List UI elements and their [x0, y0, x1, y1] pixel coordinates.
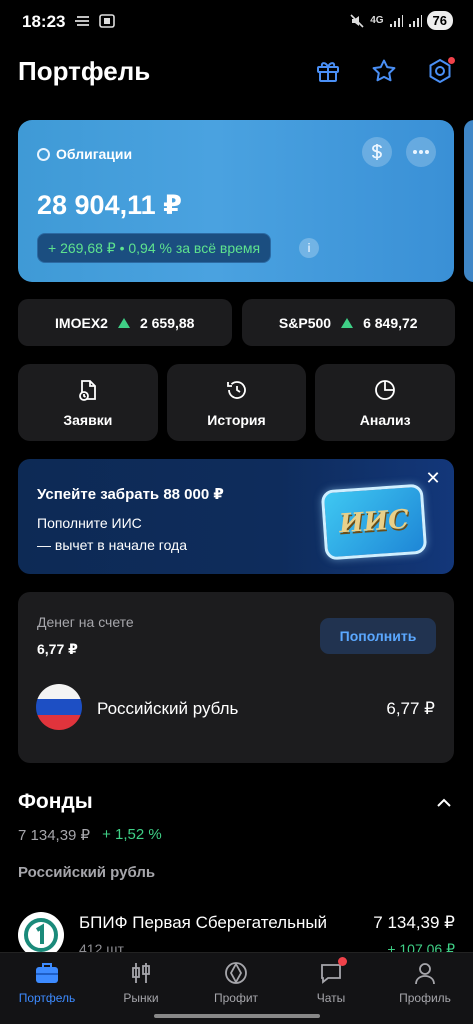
signal-icon — [389, 14, 403, 27]
list-item[interactable]: БПИФ Первая Сберегательный 7 134,39 ₽ 41… — [18, 908, 455, 958]
gift-button[interactable] — [313, 56, 343, 86]
up-arrow-icon — [341, 317, 354, 328]
tab-chats[interactable]: Чаты — [284, 957, 378, 1005]
next-portfolio-card[interactable] — [464, 120, 473, 282]
up-arrow-icon — [117, 317, 130, 328]
profit-icon — [225, 962, 247, 984]
portfolio-ring-icon — [37, 147, 50, 161]
tab-profile[interactable]: Профиль — [378, 959, 472, 1005]
funds-total: 7 134,39 ₽ — [18, 827, 91, 844]
favorites-button[interactable] — [369, 56, 399, 86]
page-title: Портфель — [18, 56, 151, 86]
index-imoex2[interactable]: IMOEX2 2 659,88 — [18, 299, 232, 346]
currency-button[interactable] — [362, 137, 392, 167]
action-row: Заявки История Анализ — [18, 364, 456, 441]
more-icon — [413, 150, 429, 154]
star-icon — [372, 59, 396, 82]
pie-chart-icon — [375, 379, 396, 400]
cash-card: Денег на счете 6,77 ₽ Пополнить Российск… — [18, 592, 454, 763]
cash-label: Денег на счете — [37, 614, 134, 630]
notification-dot — [447, 56, 456, 65]
fund-value: 7 134,39 ₽ — [373, 913, 455, 932]
lines-icon — [75, 16, 89, 26]
promo-banner[interactable]: Успейте забрать 88 000 ₽ Пополните ИИС —… — [18, 459, 454, 574]
russia-flag-icon — [36, 684, 82, 730]
status-time: 18:23 — [22, 12, 66, 31]
funds-title: Фонды — [18, 790, 93, 813]
user-icon — [415, 963, 435, 985]
tab-markets[interactable]: Рынки — [94, 959, 188, 1005]
portfolio-change: + 269,68 ₽ • 0,94 % за всё время — [37, 233, 272, 263]
cash-amount: 6,77 ₽ — [37, 641, 78, 657]
bottom-tab-bar: Портфель Рынки Профит Чаты Профиль — [0, 952, 473, 1024]
network-type: 4G — [370, 15, 384, 26]
candlestick-icon — [132, 963, 150, 983]
more-button[interactable] — [406, 137, 436, 167]
orders-tile[interactable]: Заявки — [18, 364, 158, 441]
portfolio-label: Облигации — [56, 146, 133, 162]
iis-badge-image: ИИС — [320, 483, 428, 561]
portfolio-amount: 28 904,11 ₽ — [37, 190, 182, 220]
funds-subsection-title: Российский рубль — [18, 864, 156, 881]
home-indicator[interactable] — [154, 1014, 320, 1018]
analysis-tile[interactable]: Анализ — [315, 364, 456, 441]
gift-icon — [317, 62, 339, 82]
close-icon[interactable]: ✕ — [424, 469, 442, 487]
funds-header[interactable]: Фонды — [18, 790, 455, 820]
tab-profit[interactable]: Профит — [189, 959, 283, 1005]
promo-line-2: — вычет в начале года — [37, 537, 188, 553]
history-icon — [226, 380, 246, 399]
briefcase-icon — [36, 963, 58, 983]
index-row: IMOEX2 2 659,88 S&P500 6 849,72 — [18, 299, 455, 346]
notification-dot — [338, 957, 347, 966]
screenshot-icon — [99, 14, 115, 28]
funds-summary: 7 134,39 ₽ + 1,52 % — [18, 826, 162, 844]
chevron-up-icon[interactable] — [435, 794, 453, 812]
orders-icon — [78, 379, 96, 401]
battery-indicator: 76 — [426, 11, 453, 30]
fund-name: БПИФ Первая Сберегательный — [79, 913, 328, 932]
promo-title: Успейте забрать 88 000 ₽ — [37, 486, 224, 503]
page-header: Портфель — [18, 50, 456, 94]
status-bar: 18:23 4G 76 — [0, 0, 473, 44]
settings-button[interactable] — [425, 56, 456, 86]
dollar-icon — [372, 144, 382, 160]
promo-line-1: Пополните ИИС — [37, 515, 142, 531]
portfolio-card[interactable]: Облигации 28 904,11 ₽ + 269,68 ₽ • 0,94 … — [18, 120, 454, 282]
funds-change: + 1,52 % — [102, 826, 162, 843]
info-icon[interactable]: i — [299, 238, 319, 258]
currency-name[interactable]: Российский рубль — [97, 699, 238, 719]
signal-icon-2 — [408, 14, 422, 27]
tab-portfolio[interactable]: Портфель — [0, 959, 94, 1005]
topup-button[interactable]: Пополнить — [320, 618, 436, 654]
index-sp500[interactable]: S&P500 6 849,72 — [241, 299, 455, 346]
mute-icon — [350, 13, 364, 28]
currency-value: 6,77 ₽ — [386, 699, 435, 718]
history-tile[interactable]: История — [166, 364, 307, 441]
